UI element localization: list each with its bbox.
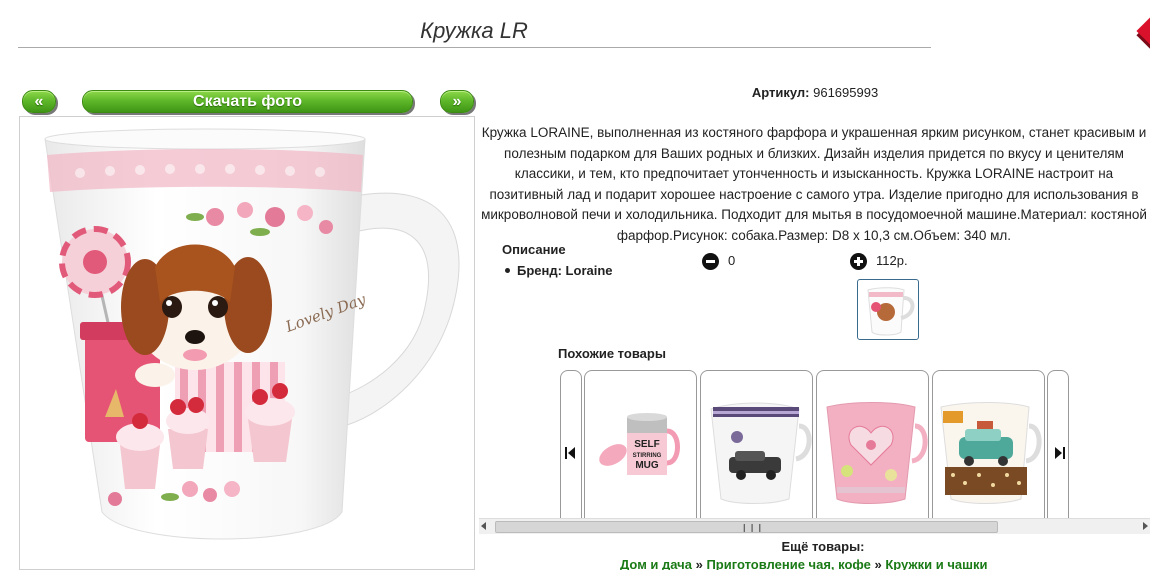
horizontal-scrollbar[interactable]: ❙❙❙ <box>479 518 1150 534</box>
download-photo-button[interactable]: Скачать фото <box>82 90 413 113</box>
similar-product-card[interactable]: SELF STIRRING MUG <box>584 370 697 530</box>
brand-list-item: Бренд: Loraine <box>505 263 613 278</box>
corner-logo-icon[interactable] <box>1136 15 1150 47</box>
article-value: 961695993 <box>813 85 879 100</box>
svg-text:STIRRING: STIRRING <box>633 453 662 459</box>
svg-text:SELF: SELF <box>634 439 660 450</box>
title-divider <box>18 47 931 48</box>
previous-photo-button[interactable]: « <box>22 90 56 113</box>
breadcrumb: Дом и дача » Приготовление чая, кофе » К… <box>620 557 987 570</box>
plus-circle-icon[interactable] <box>850 253 867 270</box>
carousel-next-button[interactable] <box>1047 370 1069 530</box>
minus-count: 0 <box>728 253 736 268</box>
description-heading: Описание <box>502 242 566 257</box>
article-line: Артикул: 961695993 <box>600 85 1030 100</box>
similar-product-card[interactable] <box>932 370 1045 530</box>
breadcrumb-link-tea-coffee[interactable]: Приготовление чая, кофе <box>706 557 870 570</box>
breadcrumb-link-home-garden[interactable]: Дом и дача <box>620 557 692 570</box>
page-title: Кружка LR <box>420 18 528 43</box>
scrollbar-thumb[interactable]: ❙❙❙ <box>495 521 998 533</box>
price-value: 112р. <box>876 253 908 268</box>
skip-forward-icon <box>1055 447 1065 459</box>
breadcrumb-separator: » <box>874 557 882 570</box>
retro-car-mug-image <box>940 402 1042 504</box>
product-thumbnail[interactable] <box>857 279 919 340</box>
skip-back-icon <box>565 447 575 459</box>
breadcrumb-link-mugs-cups[interactable]: Кружки и чашки <box>885 557 987 570</box>
minus-circle-icon[interactable] <box>702 253 719 270</box>
scroll-left-arrow-icon[interactable] <box>481 522 486 530</box>
product-description: Кружка LORAINE, выполненная из костяного… <box>481 125 1147 243</box>
grip-icon: ❙❙❙ <box>741 523 765 532</box>
heart-mug-image <box>826 402 928 504</box>
similar-product-card[interactable] <box>816 370 929 530</box>
product-photo[interactable]: Lovely Day <box>19 116 475 570</box>
scroll-right-arrow-icon[interactable] <box>1143 522 1148 530</box>
self-stirring-mug-image: SELF STIRRING MUG <box>599 413 680 475</box>
breadcrumb-separator: » <box>695 557 703 570</box>
mug-illustration: Lovely Day <box>44 128 460 540</box>
next-photo-button[interactable]: » <box>440 90 474 113</box>
brand-label: Бренд: Loraine <box>517 263 613 278</box>
similar-products-heading: Похожие товары <box>558 346 666 361</box>
more-products-heading: Ещё товары: <box>781 539 865 554</box>
carousel-prev-button[interactable] <box>560 370 582 530</box>
car-mug-image <box>710 402 812 504</box>
similar-product-card[interactable] <box>700 370 813 530</box>
svg-text:MUG: MUG <box>635 460 659 471</box>
bullet-icon <box>505 268 510 273</box>
article-label: Артикул: <box>751 85 810 100</box>
thumbnail-mug-image <box>867 287 915 336</box>
